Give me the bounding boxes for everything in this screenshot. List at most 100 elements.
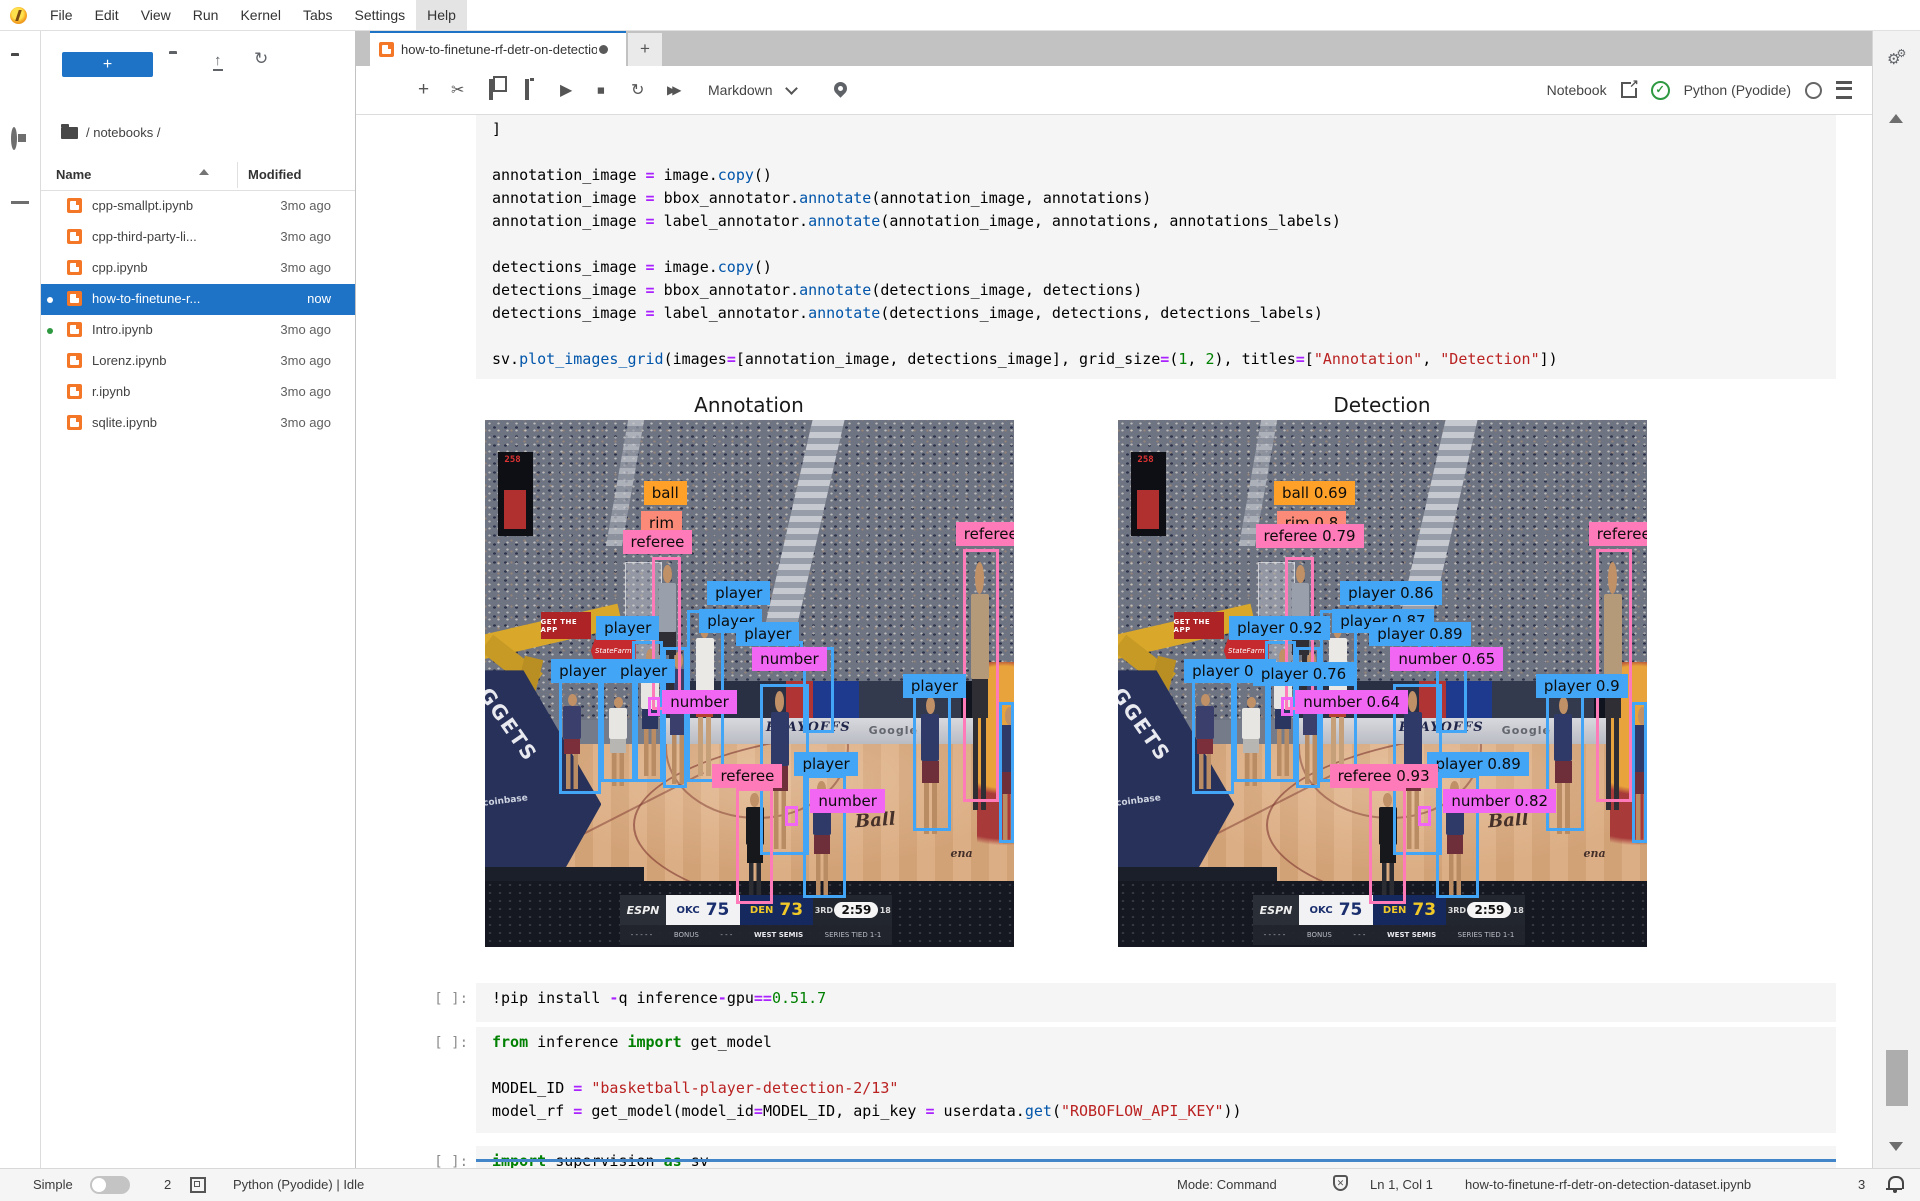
file-row[interactable]: r.ipynb 3mo ago xyxy=(41,377,355,408)
scrollbar-down-arrow[interactable] xyxy=(1889,1142,1903,1151)
file-modified: 3mo ago xyxy=(280,384,331,399)
annotation-overlay: ballrimrefereeplayerplayerplayerplayernu… xyxy=(485,420,1014,947)
kernel-status[interactable]: Python (Pyodide) | Idle xyxy=(233,1177,364,1192)
notebook-mode-label: Notebook xyxy=(1547,82,1607,98)
file-name: r.ipynb xyxy=(92,384,130,399)
number-label: number 0.64 xyxy=(1295,690,1408,714)
cut-icon[interactable]: ✂ xyxy=(451,80,464,100)
menu-run[interactable]: Run xyxy=(182,0,230,30)
referee-bbox xyxy=(963,549,1000,802)
restart-run-all-icon[interactable]: ▶▶ xyxy=(667,83,677,97)
menu-items: FileEditViewRunKernelTabsSettingsHelp xyxy=(39,0,467,30)
player-bbox xyxy=(559,677,602,793)
cell-type-dropdown[interactable]: Markdown xyxy=(708,82,796,98)
notebook-icon xyxy=(67,353,82,368)
external-link-icon[interactable] xyxy=(1621,82,1637,98)
player-label: player xyxy=(596,616,659,640)
chevron-down-icon xyxy=(785,82,798,95)
toolbar-menu-icon[interactable] xyxy=(1836,81,1852,99)
paste-icon[interactable] xyxy=(525,81,529,99)
annotation-output-image: 258 GET THE APP StateFarm PLAYOFFS Googl… xyxy=(485,420,1014,947)
restart-kernel-icon[interactable]: ↻ xyxy=(631,80,644,100)
ball-label: ball 0.69 xyxy=(1274,481,1355,505)
right-sidebar-strip: ⚙⚙ xyxy=(1872,30,1920,1168)
referee-label: referee xyxy=(712,764,782,788)
player-label: player 0.89 xyxy=(1369,622,1470,646)
breadcrumb[interactable]: / notebooks / xyxy=(61,125,160,140)
column-name[interactable]: Name xyxy=(56,167,91,182)
kernel-name[interactable]: Python (Pyodide) xyxy=(1684,82,1791,98)
scrollbar-thumb[interactable] xyxy=(1886,1050,1908,1106)
kernel-chip-icon[interactable] xyxy=(190,1177,206,1193)
refresh-icon[interactable]: ↻ xyxy=(254,51,268,69)
file-name: cpp-third-party-li... xyxy=(92,229,197,244)
upload-icon[interactable]: ↑ xyxy=(213,52,223,70)
file-modified: 3mo ago xyxy=(280,260,331,275)
referee-label: referee xyxy=(623,530,693,554)
trust-shield-icon[interactable]: ✕ xyxy=(1333,1175,1348,1191)
new-tab-button[interactable]: + xyxy=(628,33,662,66)
file-browser-panel: + ↑ ↻ / notebooks / Name Modified cpp-sm… xyxy=(41,30,356,1168)
simple-mode-toggle[interactable] xyxy=(90,1176,130,1194)
number-bbox xyxy=(1418,806,1431,826)
property-inspector-gears-icon[interactable]: ⚙⚙ xyxy=(1887,50,1910,68)
scrollbar-up-arrow[interactable] xyxy=(1889,114,1903,123)
notification-count[interactable]: 3 xyxy=(1858,1177,1865,1192)
player-label: player xyxy=(551,659,614,683)
file-row[interactable]: how-to-finetune-r...now xyxy=(41,284,355,315)
number-bbox xyxy=(785,806,798,826)
menu-edit[interactable]: Edit xyxy=(84,0,130,30)
cursor-position[interactable]: Ln 1, Col 1 xyxy=(1370,1177,1433,1192)
notebook-icon xyxy=(67,291,82,306)
referee-label: referee xyxy=(956,522,1014,546)
notebook-icon xyxy=(67,260,82,275)
number-bbox xyxy=(1281,697,1293,716)
running-kernels-icon[interactable] xyxy=(11,130,17,148)
player-bbox xyxy=(1632,702,1647,843)
file-row[interactable]: Intro.ipynb3mo ago xyxy=(41,315,355,346)
stop-icon[interactable]: ■ xyxy=(597,83,605,98)
file-row[interactable]: Lorenz.ipynb3mo ago xyxy=(41,346,355,377)
file-name: cpp-smallpt.ipynb xyxy=(92,198,193,213)
new-launcher-button[interactable]: + xyxy=(62,52,153,77)
notebook-scroll-area[interactable]: ] annotation_image = image.copy()annotat… xyxy=(356,114,1872,1168)
file-list-header: Name Modified xyxy=(41,160,355,191)
menu-settings[interactable]: Settings xyxy=(344,0,417,30)
file-row[interactable]: cpp-smallpt.ipynb3mo ago xyxy=(41,191,355,222)
code-cell[interactable]: import supervision as sv xyxy=(476,1146,1836,1168)
player-label: player xyxy=(612,659,675,683)
menu-tabs[interactable]: Tabs xyxy=(292,0,344,30)
location-pin-icon[interactable] xyxy=(831,79,849,97)
code-line xyxy=(492,143,1820,166)
code-cell[interactable]: from inference import get_model MODEL_ID… xyxy=(476,1027,1836,1133)
active-filename: how-to-finetune-rf-detr-on-detection-dat… xyxy=(1465,1177,1751,1192)
breadcrumb-path: / notebooks / xyxy=(86,125,160,140)
file-row[interactable]: cpp.ipynb3mo ago xyxy=(41,253,355,284)
bell-icon[interactable] xyxy=(1888,1176,1904,1189)
column-modified[interactable]: Modified xyxy=(248,167,301,182)
menu-file[interactable]: File xyxy=(39,0,84,30)
menu-help[interactable]: Help xyxy=(416,0,467,30)
run-icon[interactable]: ▶ xyxy=(560,80,572,100)
notebook-tab[interactable]: how-to-finetune-rf-detr-on-detection-dat… xyxy=(370,30,626,66)
menu-view[interactable]: View xyxy=(130,0,182,30)
file-modified: 3mo ago xyxy=(280,322,331,337)
player-bbox xyxy=(913,690,950,831)
number-label: number xyxy=(752,647,827,671)
kernel-count[interactable]: 2 xyxy=(164,1177,171,1192)
player-label: player xyxy=(707,581,770,605)
unsaved-changes-dot xyxy=(599,45,608,54)
file-row[interactable]: cpp-third-party-li... 3mo ago xyxy=(41,222,355,253)
add-cell-icon[interactable]: + xyxy=(418,79,429,101)
code-line xyxy=(492,327,1820,350)
cell-prompt: [ ]: xyxy=(414,991,468,1007)
code-line: annotation_image = image.copy() xyxy=(492,166,1820,189)
file-modified: 3mo ago xyxy=(280,229,331,244)
copy-icon[interactable] xyxy=(489,81,493,99)
code-cell[interactable]: ] annotation_image = image.copy()annotat… xyxy=(476,114,1836,379)
menu-kernel[interactable]: Kernel xyxy=(229,0,291,30)
output-image-title: Detection xyxy=(1282,393,1482,417)
file-row[interactable]: sqlite.ipynb3mo ago xyxy=(41,408,355,439)
code-line: ] xyxy=(492,120,1820,143)
code-cell[interactable]: !pip install -q inference-gpu==0.51.7 xyxy=(476,983,1836,1022)
